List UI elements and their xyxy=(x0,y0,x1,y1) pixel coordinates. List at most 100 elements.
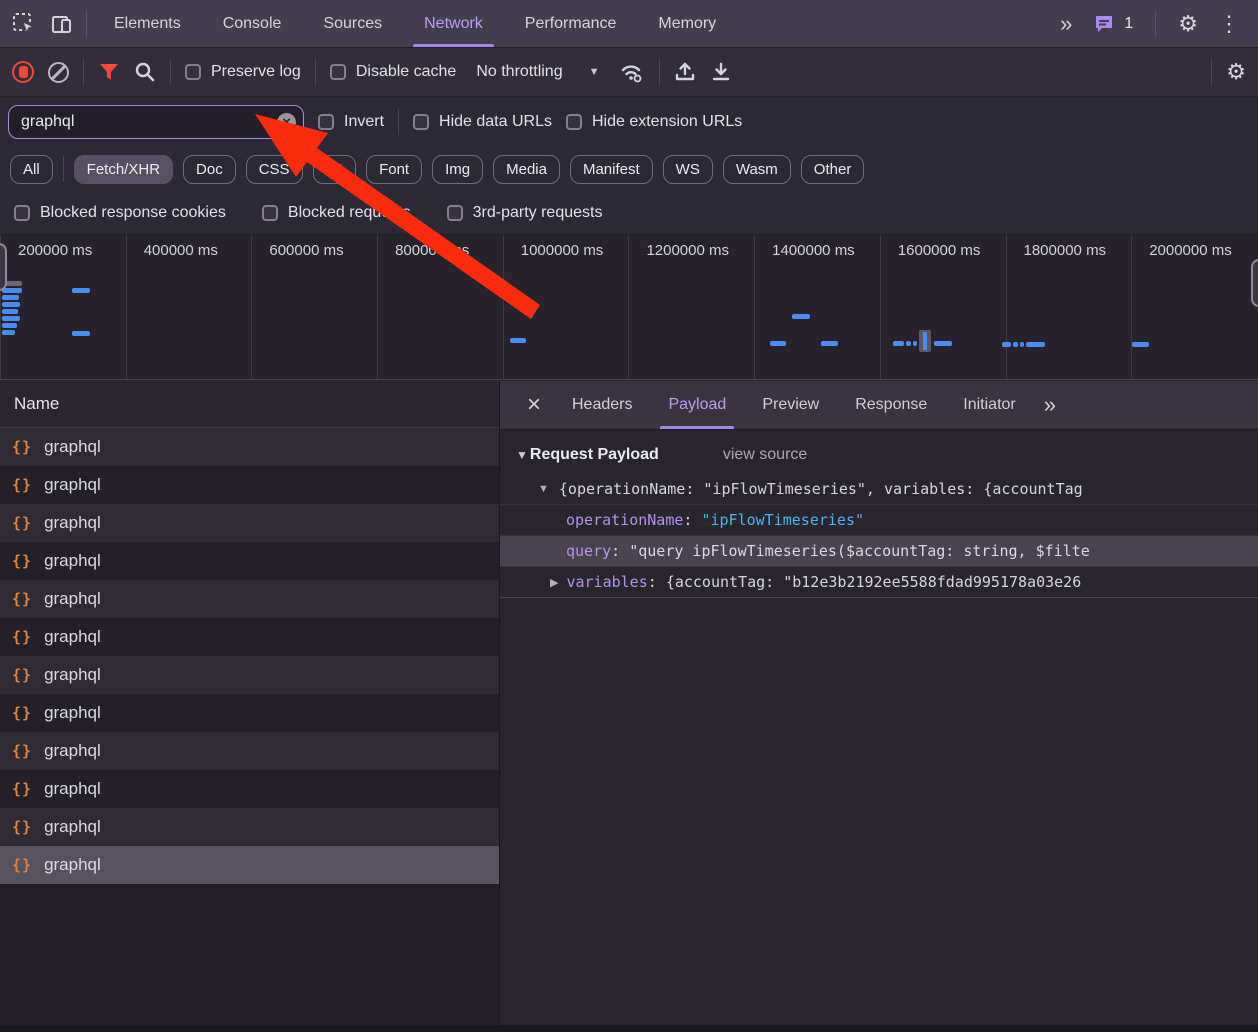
preserve-log-checkbox[interactable]: Preserve log xyxy=(185,63,301,81)
message-icon xyxy=(1094,14,1116,34)
checkbox[interactable] xyxy=(330,64,346,80)
payload-variables-row[interactable]: ▶ variables: {accountTag: "b12e3b2192ee5… xyxy=(500,567,1258,598)
request-type-filters: All Fetch/XHR Doc CSS JS Font Img Media Manifest… xyxy=(0,146,1258,192)
overview-grippy-left[interactable] xyxy=(0,243,7,291)
checkbox[interactable] xyxy=(185,64,201,80)
more-tabs-icon[interactable]: » xyxy=(1052,11,1078,37)
overview-grippy-right[interactable] xyxy=(1251,259,1258,307)
kebab-menu-icon[interactable]: ⋮ xyxy=(1214,11,1244,37)
filter-input[interactable] xyxy=(8,105,304,139)
details-tab-preview[interactable]: Preview xyxy=(744,381,837,429)
checkbox[interactable] xyxy=(318,114,334,130)
network-request-row[interactable]: {}graphql xyxy=(0,808,499,846)
checkbox[interactable] xyxy=(447,205,463,221)
filter-chip-wasm[interactable]: Wasm xyxy=(723,155,791,184)
network-request-row[interactable]: {}graphql xyxy=(0,694,499,732)
network-request-row[interactable]: {}graphql xyxy=(0,732,499,770)
checkbox[interactable] xyxy=(262,205,278,221)
search-icon[interactable] xyxy=(134,61,156,83)
request-name: graphql xyxy=(44,779,101,799)
payload-operation-name-row[interactable]: operationName: "ipFlowTimeseries" xyxy=(500,505,1258,536)
filter-chip-manifest[interactable]: Manifest xyxy=(570,155,653,184)
request-waterfall-bar xyxy=(893,341,904,346)
filter-chip-media[interactable]: Media xyxy=(493,155,560,184)
export-har-icon[interactable] xyxy=(710,61,732,83)
details-tab-initiator[interactable]: Initiator xyxy=(945,381,1033,429)
filter-chip-other[interactable]: Other xyxy=(801,155,865,184)
blocked-filters-row: Blocked response cookies Blocked requests… xyxy=(0,192,1258,234)
throttling-dropdown[interactable]: No throttling ▼ xyxy=(470,63,605,81)
3rd-party-requests-checkbox[interactable]: 3rd-party requests xyxy=(447,204,603,222)
inspect-element-icon[interactable] xyxy=(12,12,36,36)
issues-counter[interactable]: 1 xyxy=(1094,14,1133,34)
network-request-row[interactable]: {}graphql xyxy=(0,618,499,656)
filter-chip-all[interactable]: All xyxy=(10,155,53,184)
tab-console[interactable]: Console xyxy=(202,0,303,47)
tab-performance[interactable]: Performance xyxy=(504,0,638,47)
more-details-tabs-icon[interactable]: » xyxy=(1034,381,1064,429)
tab-elements[interactable]: Elements xyxy=(93,0,202,47)
record-network-log-button[interactable] xyxy=(12,61,34,83)
network-request-row[interactable]: {}graphql xyxy=(0,580,499,618)
network-request-row[interactable]: {}graphql xyxy=(0,846,499,884)
details-tab-response[interactable]: Response xyxy=(837,381,945,429)
request-waterfall-bar xyxy=(72,288,90,293)
checkbox[interactable] xyxy=(14,205,30,221)
checkbox[interactable] xyxy=(413,114,429,130)
expand-triangle-icon[interactable]: ▶ xyxy=(550,576,558,589)
tab-network[interactable]: Network xyxy=(403,0,504,47)
filter-chip-doc[interactable]: Doc xyxy=(183,155,236,184)
network-request-row[interactable]: {}graphql xyxy=(0,428,499,466)
issues-count: 1 xyxy=(1124,15,1133,33)
tab-sources[interactable]: Sources xyxy=(302,0,403,47)
network-request-row[interactable]: {}graphql xyxy=(0,542,499,580)
clear-filter-icon[interactable]: × xyxy=(277,113,296,132)
name-column-header[interactable]: Name xyxy=(0,381,499,428)
close-details-icon[interactable]: × xyxy=(514,381,554,429)
hide-extension-urls-checkbox[interactable]: Hide extension URLs xyxy=(566,113,742,131)
device-toolbar-icon[interactable] xyxy=(50,12,74,36)
disable-cache-checkbox[interactable]: Disable cache xyxy=(330,63,457,81)
timeline-tick: 1400000 ms xyxy=(754,235,880,379)
payload-root-row[interactable]: ▼ {operationName: "ipFlowTimeseries", va… xyxy=(500,474,1258,505)
network-settings-gear-icon[interactable]: ⚙ xyxy=(1226,61,1246,83)
divider xyxy=(63,156,64,182)
request-waterfall-bar xyxy=(2,288,22,293)
filter-chip-fetch-xhr[interactable]: Fetch/XHR xyxy=(74,155,173,184)
clear-network-log-button[interactable] xyxy=(48,62,69,83)
details-tab-payload[interactable]: Payload xyxy=(650,381,744,429)
blocked-requests-checkbox[interactable]: Blocked requests xyxy=(262,204,411,222)
filter-chip-img[interactable]: Img xyxy=(432,155,483,184)
tab-memory[interactable]: Memory xyxy=(637,0,737,47)
network-request-row[interactable]: {}graphql xyxy=(0,504,499,542)
json-icon: {} xyxy=(12,856,32,874)
checkbox[interactable] xyxy=(566,114,582,130)
details-tab-headers[interactable]: Headers xyxy=(554,381,650,429)
hide-data-urls-checkbox[interactable]: Hide data URLs xyxy=(413,113,552,131)
blocked-response-cookies-checkbox[interactable]: Blocked response cookies xyxy=(14,204,226,222)
settings-gear-icon[interactable]: ⚙ xyxy=(1178,13,1198,35)
filter-chip-css[interactable]: CSS xyxy=(246,155,303,184)
network-overview-timeline[interactable]: 200000 ms400000 ms600000 ms800000 ms1000… xyxy=(0,234,1258,380)
filter-chip-js[interactable]: JS xyxy=(313,155,357,184)
filter-chip-font[interactable]: Font xyxy=(366,155,422,184)
import-har-icon[interactable] xyxy=(674,61,696,83)
network-request-row[interactable]: {}graphql xyxy=(0,770,499,808)
request-details-panel: × HeadersPayloadPreviewResponseInitiator… xyxy=(500,381,1258,1032)
request-name: graphql xyxy=(44,475,101,495)
filter-funnel-icon[interactable] xyxy=(98,62,120,82)
payload-query-row[interactable]: query: "query ipFlowTimeseries($accountT… xyxy=(500,536,1258,567)
payload-value: "ipFlowTimeseries" xyxy=(701,511,864,529)
collapse-triangle-icon[interactable]: ▼ xyxy=(516,448,528,462)
network-request-row[interactable]: {}graphql xyxy=(0,466,499,504)
filter-chip-ws[interactable]: WS xyxy=(663,155,713,184)
3rd-party-requests-label: 3rd-party requests xyxy=(473,204,603,222)
expand-triangle-icon[interactable]: ▼ xyxy=(538,483,549,495)
timeline-tick: 1000000 ms xyxy=(503,235,629,379)
network-conditions-icon[interactable] xyxy=(619,61,645,83)
divider xyxy=(170,59,171,85)
selected-request-marker xyxy=(919,330,931,352)
network-request-row[interactable]: {}graphql xyxy=(0,656,499,694)
invert-checkbox[interactable]: Invert xyxy=(318,113,384,131)
view-source-link[interactable]: view source xyxy=(723,446,807,464)
